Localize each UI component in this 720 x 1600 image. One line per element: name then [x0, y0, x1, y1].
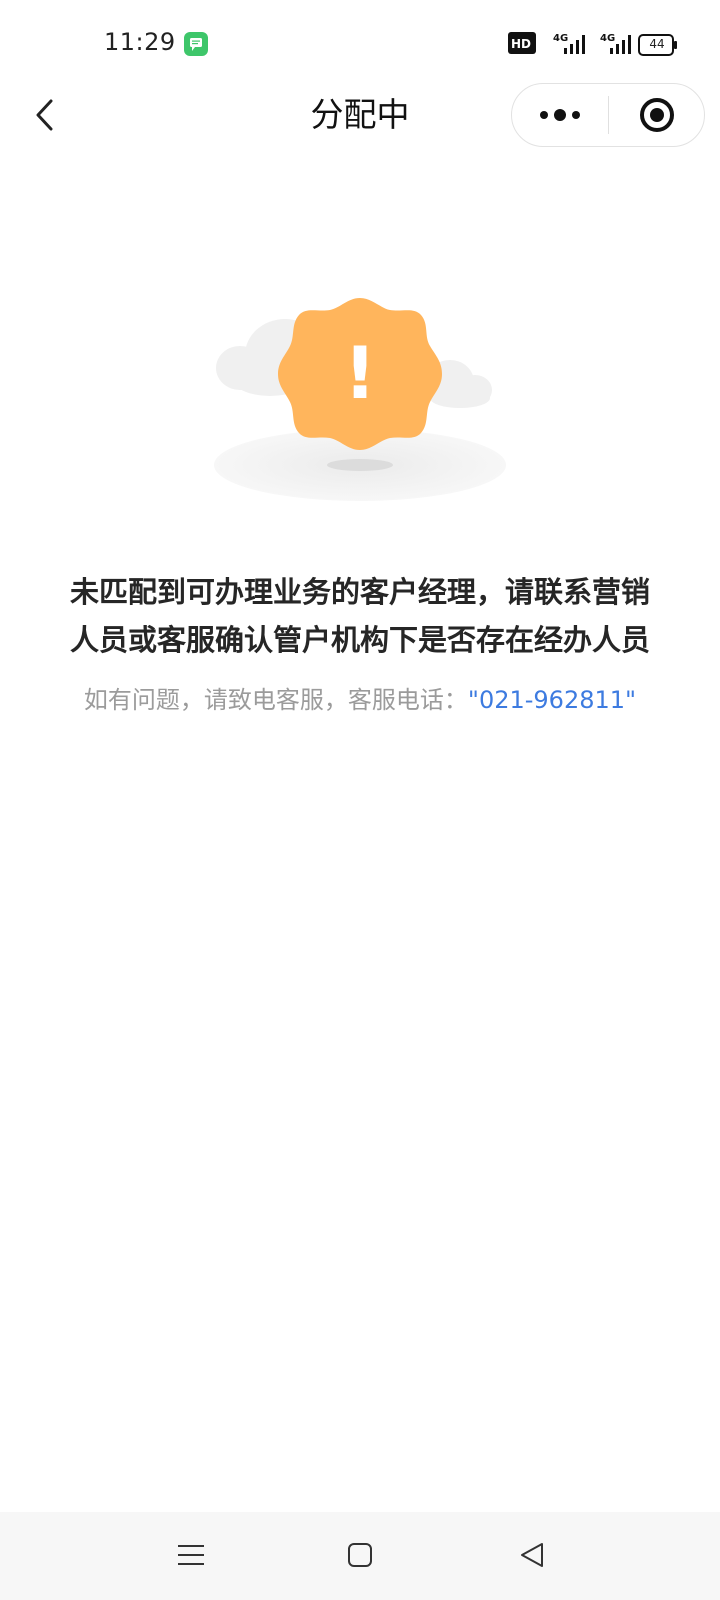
battery-level: 44: [649, 37, 665, 51]
contact-hint: 如有问题，请致电客服，客服电话："021-962811": [40, 682, 680, 718]
signal-4g-icon: 4G: [600, 30, 634, 60]
recent-apps-button[interactable]: [166, 1530, 216, 1580]
more-button[interactable]: [512, 84, 607, 146]
warning-badge-icon: !: [214, 298, 506, 501]
system-nav-bar: [0, 1512, 720, 1600]
close-mini-program-button[interactable]: [609, 84, 704, 146]
system-back-button[interactable]: [507, 1530, 557, 1580]
menu-icon: [178, 1545, 204, 1565]
status-bar: 11:29 HD 4G 4G 44: [0, 0, 720, 88]
service-phone-link[interactable]: "021-962811": [468, 686, 636, 714]
error-message-line-2: 人员或客服确认管户机构下是否存在经办人员: [69, 623, 650, 657]
home-button[interactable]: [335, 1530, 385, 1580]
warning-illustration: !: [210, 290, 510, 510]
record-target-icon: [639, 98, 674, 132]
signal-4g-icon: 4G: [550, 30, 590, 60]
home-square-icon: [348, 1543, 372, 1567]
back-triangle-icon: [521, 1543, 543, 1567]
svg-text:!: !: [344, 331, 377, 415]
more-dots-icon: [539, 109, 580, 121]
status-time: 11:29: [104, 28, 176, 56]
svg-text:HD: HD: [511, 37, 531, 51]
svg-text:4G: 4G: [553, 33, 568, 44]
chat-app-icon: [184, 32, 208, 56]
error-message-line-1: 未匹配到可办理业务的客户经理，请联系营销: [69, 575, 650, 609]
nav-bar: 分配中: [0, 80, 720, 152]
svg-text:4G: 4G: [600, 33, 615, 44]
mini-program-capsule: [511, 83, 705, 147]
error-message: 未匹配到可办理业务的客户经理，请联系营销 人员或客服确认管户机构下是否存在经办人…: [50, 568, 670, 664]
contact-hint-text: 如有问题，请致电客服，客服电话：: [83, 686, 468, 714]
hd-icon: HD: [508, 32, 536, 58]
